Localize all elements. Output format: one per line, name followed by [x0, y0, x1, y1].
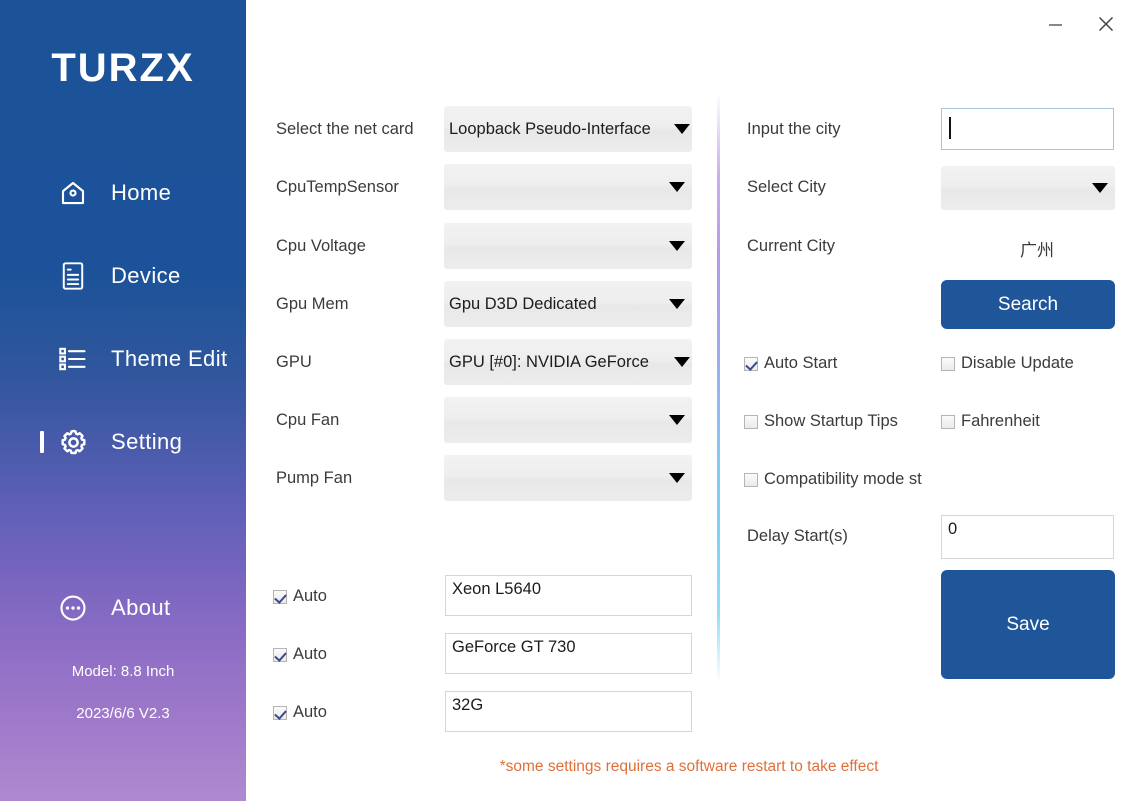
gpu-value: GPU [#0]: NVIDIA GeForce: [444, 353, 674, 372]
checkbox-box: [941, 357, 955, 371]
chevron-down-icon: [1092, 183, 1108, 193]
checkbox-box: [273, 706, 287, 720]
app-logo: TURZX: [0, 46, 246, 91]
label-pump-fan: Pump Fan: [276, 469, 352, 488]
auto-gpu-label: Auto: [293, 645, 327, 664]
chevron-down-icon: [669, 415, 685, 425]
minimize-button[interactable]: [1033, 7, 1077, 41]
chevron-down-icon: [674, 124, 690, 134]
sidebar-item-label: Theme Edit: [111, 346, 228, 372]
compatibility-mode-label: Compatibility mode st: [764, 470, 922, 489]
gpu-mem-value: Gpu D3D Dedicated: [444, 295, 669, 314]
sidebar-item-about[interactable]: About: [0, 585, 246, 631]
disable-update-checkbox[interactable]: Disable Update: [941, 354, 1074, 373]
checkbox-box: [744, 473, 758, 487]
label-input-city: Input the city: [747, 120, 841, 139]
ellipsis-icon: [57, 592, 89, 624]
disable-update-label: Disable Update: [961, 354, 1074, 373]
sidebar-item-home[interactable]: Home: [0, 170, 246, 216]
chevron-down-icon: [669, 473, 685, 483]
select-net-card-dropdown[interactable]: Loopback Pseudo-Interface: [444, 106, 692, 152]
show-startup-tips-checkbox[interactable]: Show Startup Tips: [744, 412, 898, 431]
fahrenheit-checkbox[interactable]: Fahrenheit: [941, 412, 1040, 431]
ram-size-value: 32G: [452, 696, 685, 714]
delay-start-input[interactable]: 0: [941, 515, 1114, 559]
cpu-fan-dropdown[interactable]: [444, 397, 692, 443]
ram-size-input[interactable]: 32G: [445, 691, 692, 732]
label-cpu-temp-sensor: CpuTempSensor: [276, 178, 399, 197]
checkbox-box: [744, 415, 758, 429]
cpu-temp-sensor-dropdown[interactable]: [444, 164, 692, 210]
chevron-down-icon: [674, 357, 690, 367]
current-city-value: 广州: [1020, 236, 1054, 261]
auto-gpu-checkbox[interactable]: Auto: [273, 645, 327, 664]
version-text: 2023/6/6 V2.3: [0, 705, 246, 722]
auto-cpu-checkbox[interactable]: Auto: [273, 587, 327, 606]
chevron-down-icon: [669, 241, 685, 251]
list-icon: [57, 343, 89, 375]
restart-warning-text: *some settings requires a software resta…: [246, 758, 1132, 776]
label-delay-start: Delay Start(s): [747, 527, 848, 546]
checkbox-box: [744, 357, 758, 371]
gpu-name-input[interactable]: GeForce GT 730: [445, 633, 692, 674]
label-gpu: GPU: [276, 353, 312, 372]
gpu-dropdown[interactable]: GPU [#0]: NVIDIA GeForce: [444, 339, 692, 385]
sidebar-item-setting[interactable]: Setting: [0, 419, 246, 465]
sidebar-item-device[interactable]: Device: [0, 253, 246, 299]
sidebar-item-theme-edit[interactable]: Theme Edit: [0, 336, 246, 382]
label-cpu-fan: Cpu Fan: [276, 411, 339, 430]
gpu-mem-dropdown[interactable]: Gpu D3D Dedicated: [444, 281, 692, 327]
search-button[interactable]: Search: [941, 280, 1115, 329]
cpu-name-value: Xeon L5640: [452, 580, 685, 598]
auto-cpu-label: Auto: [293, 587, 327, 606]
sidebar-item-label: Device: [111, 263, 181, 289]
column-divider: [717, 92, 720, 684]
sidebar-item-label: About: [111, 595, 171, 621]
label-current-city: Current City: [747, 237, 835, 256]
label-cpu-voltage: Cpu Voltage: [276, 237, 366, 256]
label-select-net-card: Select the net card: [276, 120, 414, 139]
label-gpu-mem: Gpu Mem: [276, 295, 348, 314]
sidebar-item-label: Setting: [111, 429, 182, 455]
text-cursor: [949, 117, 951, 139]
checkbox-box: [941, 415, 955, 429]
device-model-text: Model: 8.8 Inch: [0, 663, 246, 680]
minimize-icon: [1047, 16, 1064, 33]
active-indicator: [40, 431, 44, 453]
select-city-dropdown[interactable]: [941, 166, 1115, 210]
auto-start-checkbox[interactable]: Auto Start: [744, 354, 837, 373]
select-net-card-value: Loopback Pseudo-Interface: [444, 120, 674, 139]
compatibility-mode-checkbox[interactable]: Compatibility mode st: [744, 470, 922, 489]
checkbox-box: [273, 648, 287, 662]
cpu-voltage-dropdown[interactable]: [444, 223, 692, 269]
auto-ram-label: Auto: [293, 703, 327, 722]
chevron-down-icon: [669, 182, 685, 192]
input-city-field[interactable]: [941, 108, 1114, 150]
close-icon: [1096, 14, 1116, 34]
auto-start-label: Auto Start: [764, 354, 837, 373]
app-window: TURZX Home Device: [0, 0, 1132, 801]
delay-start-value: 0: [948, 520, 1107, 538]
gear-icon: [57, 426, 89, 458]
device-icon: [57, 260, 89, 292]
label-select-city: Select City: [747, 178, 826, 197]
auto-ram-checkbox[interactable]: Auto: [273, 703, 327, 722]
save-button[interactable]: Save: [941, 570, 1115, 679]
gpu-name-value: GeForce GT 730: [452, 638, 685, 656]
chevron-down-icon: [669, 299, 685, 309]
checkbox-box: [273, 590, 287, 604]
sidebar: TURZX Home Device: [0, 0, 246, 801]
show-startup-tips-label: Show Startup Tips: [764, 412, 898, 431]
home-icon: [57, 177, 89, 209]
close-button[interactable]: [1084, 7, 1128, 41]
fahrenheit-label: Fahrenheit: [961, 412, 1040, 431]
sidebar-item-label: Home: [111, 180, 171, 206]
pump-fan-dropdown[interactable]: [444, 455, 692, 501]
cpu-name-input[interactable]: Xeon L5640: [445, 575, 692, 616]
